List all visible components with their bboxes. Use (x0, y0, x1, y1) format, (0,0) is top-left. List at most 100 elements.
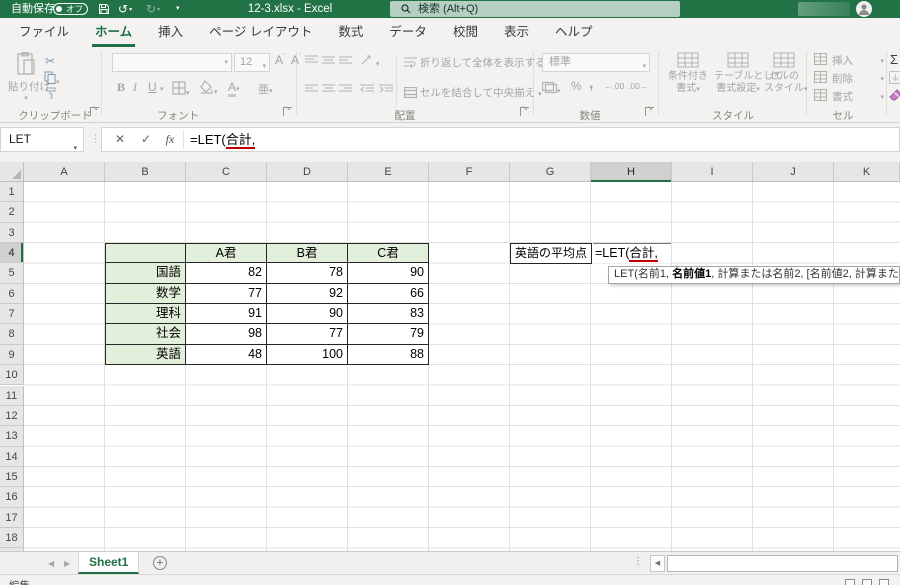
table-header-cell[interactable] (105, 243, 186, 264)
prev-sheet-icon[interactable]: ◀ (48, 559, 54, 568)
autosave-toggle[interactable]: オフ (53, 3, 88, 15)
row-header-15[interactable]: 15 (0, 466, 24, 488)
underline-button[interactable]: U (148, 80, 157, 94)
number-dialog-launcher[interactable] (645, 104, 654, 116)
insert-function-button[interactable]: fx (158, 128, 182, 151)
name-box[interactable]: LET ▾ (0, 127, 84, 152)
ribbon-tab[interactable]: ホーム (82, 18, 145, 47)
table-header-cell[interactable]: A君 (186, 243, 267, 264)
font-size-combo[interactable]: 12 ▾ (234, 53, 270, 72)
avatar[interactable] (856, 1, 872, 17)
table-value-cell[interactable]: 48 (186, 344, 267, 366)
formula-bar-handle[interactable]: ⋮ (90, 132, 101, 145)
column-header-K[interactable]: K (834, 162, 900, 182)
cell-h4-editing[interactable]: =LET(合計, (593, 243, 671, 263)
formula-input[interactable]: =LET(合計, (190, 128, 256, 151)
table-value-cell[interactable]: 77 (267, 324, 348, 345)
cancel-button[interactable]: ✕ (108, 128, 132, 151)
ribbon-tab[interactable]: ヘルプ (542, 18, 606, 47)
row-header-17[interactable]: 17 (0, 507, 24, 528)
table-row-label[interactable]: 国語 (105, 263, 186, 284)
row-header-6[interactable]: 6 (0, 283, 24, 305)
page-layout-view-icon[interactable] (862, 579, 872, 585)
ribbon-tab[interactable]: 校閲 (440, 18, 491, 47)
row-header-12[interactable]: 12 (0, 405, 24, 427)
fill-button[interactable] (889, 71, 900, 87)
cell-g4-label[interactable]: 英語の平均点 (510, 243, 592, 264)
comma-style-button[interactable]: , (589, 75, 593, 93)
row-header-13[interactable]: 13 (0, 426, 24, 447)
currency-format-button[interactable]: ▾ (541, 81, 561, 96)
alignment-dialog-launcher[interactable] (520, 104, 529, 116)
row-header-18[interactable]: 18 (0, 527, 24, 549)
styles-button[interactable]: テーブルとして 書式設定▾ (714, 52, 783, 95)
column-header-D[interactable]: D (267, 162, 348, 182)
table-row-label[interactable]: 理科 (105, 304, 186, 325)
cells-format-button[interactable]: 書式 ▾ (814, 89, 884, 105)
column-header-B[interactable]: B (105, 162, 186, 182)
number-format-combo[interactable]: 標準 ▾ (542, 53, 650, 72)
font-color-button[interactable]: A▾ (228, 80, 240, 97)
table-value-cell[interactable]: 88 (348, 344, 429, 366)
column-header-F[interactable]: F (429, 162, 510, 182)
next-sheet-icon[interactable]: ▶ (64, 559, 70, 568)
copy-button[interactable]: ▾ (44, 71, 60, 87)
orientation-button[interactable]: ▾ (360, 53, 379, 69)
row-header-9[interactable]: 9 (0, 344, 24, 366)
italic-button[interactable]: I (133, 80, 137, 95)
table-value-cell[interactable]: 83 (348, 304, 429, 325)
decrease-indent-icon[interactable] (360, 84, 374, 94)
column-header-H[interactable]: H (591, 162, 672, 182)
table-value-cell[interactable]: 79 (348, 324, 429, 345)
row-header-1[interactable]: 1 (0, 182, 24, 203)
align-bottom-icon[interactable] (339, 55, 352, 65)
cells-insert-button[interactable]: 挿入 ▾ (814, 53, 884, 69)
table-value-cell[interactable]: 100 (267, 344, 348, 366)
row-header-3[interactable]: 3 (0, 222, 24, 244)
table-value-cell[interactable]: 66 (348, 283, 429, 305)
phonetic-guide-button[interactable]: 亜▾ (258, 81, 273, 97)
sheet-tab-active[interactable]: Sheet1 (78, 552, 140, 574)
ribbon-tab[interactable]: データ (376, 18, 440, 47)
column-header-C[interactable]: C (186, 162, 267, 182)
table-value-cell[interactable]: 98 (186, 324, 267, 345)
cell-grid[interactable] (24, 182, 900, 551)
row-header-4[interactable]: 4 (0, 243, 24, 264)
enter-button[interactable]: ✓ (134, 128, 158, 151)
align-center-icon[interactable] (322, 84, 335, 94)
cut-button[interactable]: ✂ (45, 54, 55, 68)
align-left-icon[interactable] (305, 84, 318, 94)
fill-color-button[interactable]: ▾ (200, 80, 218, 97)
table-value-cell[interactable]: 90 (267, 304, 348, 325)
align-top-icon[interactable] (305, 55, 318, 65)
table-row-label[interactable]: 数学 (105, 283, 186, 305)
table-row-label[interactable]: 社会 (105, 324, 186, 345)
cells-delete-button[interactable]: 削除 ▾ (814, 71, 884, 87)
table-header-cell[interactable]: B君 (267, 243, 348, 264)
align-right-icon[interactable] (339, 84, 352, 94)
grow-font-button[interactable]: Aˆ (275, 53, 285, 67)
table-value-cell[interactable]: 77 (186, 283, 267, 305)
increase-decimal-button[interactable]: ←.00 (604, 81, 624, 91)
increase-indent-icon[interactable] (379, 84, 393, 94)
row-header-8[interactable]: 8 (0, 324, 24, 345)
column-header-J[interactable]: J (753, 162, 834, 182)
table-header-cell[interactable]: C君 (348, 243, 429, 264)
format-painter-button[interactable] (45, 87, 57, 102)
save-icon[interactable] (98, 3, 110, 15)
hscroll-left-arrow[interactable]: ◀ (650, 555, 665, 572)
merge-center-button[interactable]: セルを結合して中央揃え ▾ (403, 85, 542, 100)
row-header-7[interactable]: 7 (0, 304, 24, 325)
normal-view-icon[interactable] (845, 579, 855, 585)
row-header-2[interactable]: 2 (0, 202, 24, 223)
row-header-5[interactable]: 5 (0, 263, 24, 284)
undo-button[interactable]: ↺▾ (118, 0, 132, 18)
percent-style-button[interactable]: % (571, 79, 582, 93)
table-row-label[interactable]: 英語 (105, 344, 186, 366)
search-input[interactable]: 検索 (Alt+Q) (390, 1, 680, 17)
ribbon-tab[interactable]: ファイル (6, 18, 82, 47)
borders-button[interactable]: ▾ (172, 81, 190, 98)
column-header-E[interactable]: E (348, 162, 429, 182)
table-value-cell[interactable]: 78 (267, 263, 348, 284)
decrease-decimal-button[interactable]: .00→ (628, 81, 648, 91)
